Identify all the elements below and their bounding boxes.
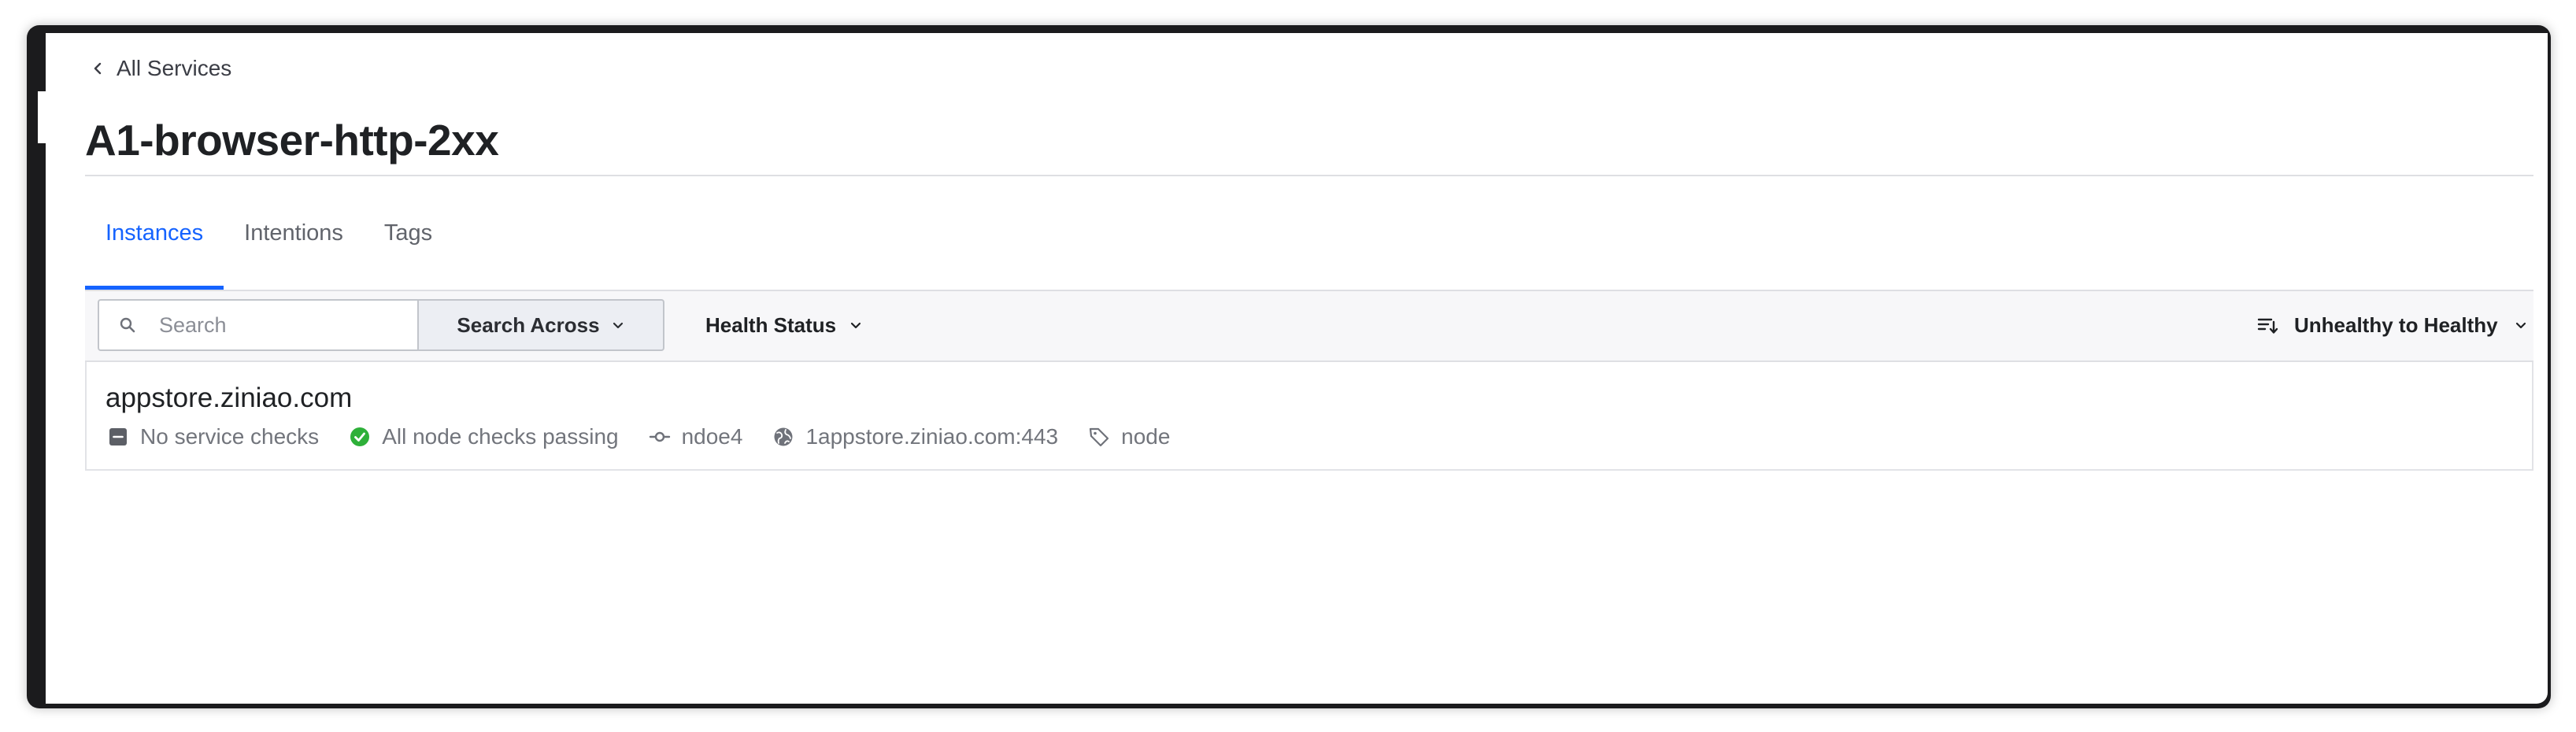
back-to-all-services-link[interactable]: All Services [90, 56, 231, 81]
node-checks-label: All node checks passing [382, 424, 619, 449]
filter-toolbar: Search Across Health Status Unhealthy to… [85, 291, 2533, 362]
search-across-dropdown[interactable]: Search Across [419, 299, 664, 351]
health-status-dropdown[interactable]: Health Status [705, 299, 863, 351]
tab-tags-label: Tags [383, 220, 433, 246]
instance-meta: No service checks All node checks passin… [107, 423, 1200, 450]
instance-tags: node [1088, 424, 1170, 449]
node-name-label: ndoe4 [681, 424, 743, 449]
instance-address: 1appstore.ziniao.com:443 [772, 424, 1058, 449]
instance-name-link[interactable]: appstore.ziniao.com [105, 383, 352, 414]
sort-label: Unhealthy to Healthy [2294, 312, 2498, 337]
node-checks-status: All node checks passing [349, 424, 619, 449]
chevron-down-icon [2515, 322, 2526, 329]
globe-icon [774, 427, 793, 446]
minus-square-icon [109, 428, 127, 445]
search-input[interactable] [157, 312, 413, 338]
tab-intentions[interactable]: Intentions [224, 176, 364, 290]
service-checks-status: No service checks [107, 424, 319, 449]
instance-list-item[interactable]: appstore.ziniao.com No service checks Al… [85, 362, 2533, 471]
search-box [98, 299, 419, 351]
window-edge-marker [38, 91, 46, 143]
tab-intentions-label: Intentions [244, 220, 343, 246]
check-circle-icon [350, 427, 370, 446]
git-commit-icon [649, 431, 670, 442]
instance-tag-label: node [1121, 424, 1171, 449]
page-title: A1-browser-http-2xx [85, 116, 499, 165]
chevron-down-icon [851, 322, 861, 329]
search-across-label: Search Across [457, 312, 600, 337]
instance-address-label: 1appstore.ziniao.com:443 [805, 424, 1059, 449]
node-name: ndoe4 [649, 424, 743, 449]
tag-icon [1090, 427, 1109, 447]
tab-instances-label: Instances [105, 220, 204, 246]
service-checks-label: No service checks [140, 424, 320, 449]
sort-dropdown[interactable]: Unhealthy to Healthy [2256, 299, 2528, 351]
back-link-label: All Services [117, 56, 232, 80]
health-status-label: Health Status [705, 312, 837, 337]
sort-icon [2257, 318, 2278, 334]
tab-tags[interactable]: Tags [364, 176, 453, 290]
chevron-left-icon [94, 62, 102, 75]
chevron-down-icon [613, 322, 623, 329]
tab-instances[interactable]: Instances [85, 176, 224, 290]
tab-bar: Instances Intentions Tags [85, 176, 453, 290]
main-content: All Services A1-browser-http-2xx Instanc… [46, 33, 2548, 704]
search-icon [120, 317, 135, 333]
